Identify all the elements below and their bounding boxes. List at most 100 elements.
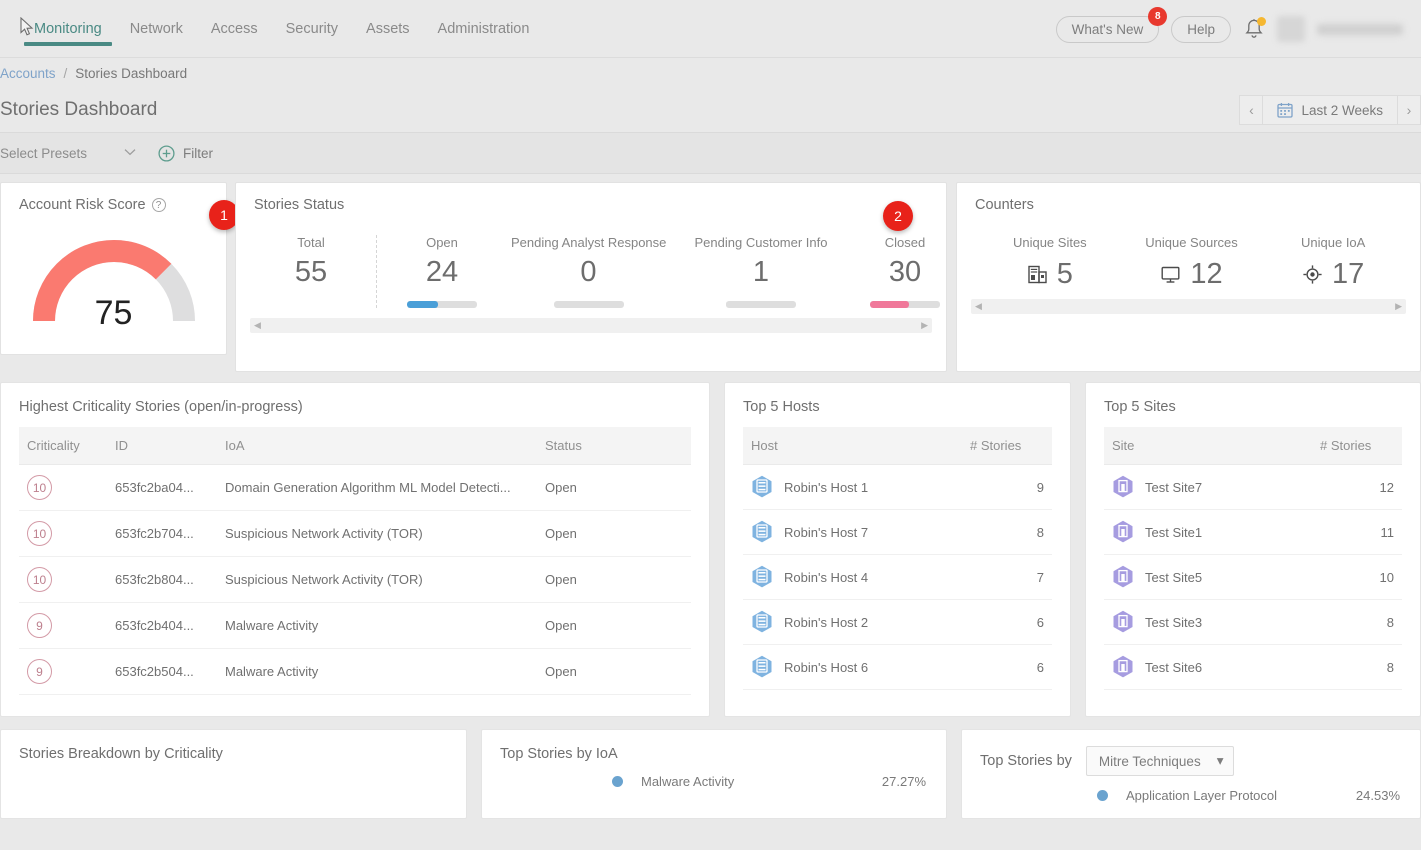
- summary-cards-row: Account Risk Score ? 75 1 Stories Status…: [0, 174, 1421, 372]
- cell-story-count: 12: [1312, 465, 1402, 510]
- table-row[interactable]: Test Site38: [1104, 600, 1402, 645]
- notification-dot: [1257, 17, 1266, 26]
- cell-status: Open: [537, 465, 691, 511]
- table-row[interactable]: Robin's Host 66: [743, 645, 1052, 690]
- page-title: Stories Dashboard: [0, 99, 157, 121]
- scroll-right-arrow[interactable]: ▶: [1395, 301, 1402, 312]
- notifications-button[interactable]: [1243, 17, 1265, 41]
- cell-id: 653fc2b804...: [107, 557, 217, 603]
- cell-host: Robin's Host 7: [743, 510, 962, 555]
- top-hosts-table-body: Robin's Host 19Robin's Host 78Robin's Ho…: [743, 465, 1052, 690]
- breadcrumb-accounts-link[interactable]: Accounts: [0, 66, 56, 81]
- column-header-host[interactable]: Host: [743, 427, 962, 465]
- status-divider: [376, 235, 377, 308]
- status-progress-bar: [870, 301, 940, 308]
- site-hex-icon: [1112, 475, 1134, 499]
- tour-marker-2[interactable]: 2: [883, 201, 913, 231]
- username-label: [1317, 24, 1403, 35]
- criticality-badge: 9: [27, 659, 52, 684]
- table-row[interactable]: 9653fc2b504...Malware ActivityOpen: [19, 649, 691, 695]
- nav-item-network[interactable]: Network: [116, 0, 197, 58]
- column-header-criticality[interactable]: Criticality: [19, 427, 107, 465]
- column-header-status[interactable]: Status: [537, 427, 691, 465]
- counter-label: Unique Sites: [979, 235, 1121, 250]
- account-risk-score-card: Account Risk Score ? 75 1: [0, 182, 227, 355]
- table-row[interactable]: 10653fc2ba04...Domain Generation Algorit…: [19, 465, 691, 511]
- nav-item-monitoring[interactable]: Monitoring: [20, 0, 116, 58]
- preset-select[interactable]: Select Presets: [0, 146, 146, 161]
- host-hex-icon: [751, 610, 773, 634]
- table-row[interactable]: Robin's Host 19: [743, 465, 1052, 510]
- date-range-prev-button[interactable]: ‹: [1239, 95, 1263, 125]
- counter-value-row: 12: [1121, 260, 1263, 289]
- monitor-icon: [1160, 264, 1181, 285]
- breadcrumb-separator: /: [64, 66, 68, 81]
- help-tooltip-icon[interactable]: ?: [152, 198, 166, 212]
- mitre-legend-item[interactable]: Application Layer Protocol 24.53%: [962, 788, 1420, 803]
- legend-dot-icon: [612, 776, 623, 787]
- counter-label: Unique Sources: [1121, 235, 1263, 250]
- stories-status-card: Stories Status Total 55 Open 24 Pending …: [235, 182, 947, 372]
- cell-story-count: 8: [1312, 600, 1402, 645]
- table-row[interactable]: 10653fc2b704...Suspicious Network Activi…: [19, 511, 691, 557]
- column-header-ioa[interactable]: IoA: [217, 427, 537, 465]
- column-header-stories-count[interactable]: # Stories: [1312, 427, 1402, 465]
- date-range-next-button[interactable]: ›: [1397, 95, 1421, 125]
- whats-new-button[interactable]: What's New 8: [1056, 16, 1160, 43]
- table-row[interactable]: 10653fc2b804...Suspicious Network Activi…: [19, 557, 691, 603]
- status-value: 1: [686, 258, 836, 287]
- help-button[interactable]: Help: [1171, 16, 1231, 43]
- mitre-legend-percent: 24.53%: [1356, 788, 1400, 803]
- status-progress-bar: [554, 301, 624, 308]
- counters-horizontal-scrollbar[interactable]: ◀ ▶: [971, 299, 1406, 314]
- site-hex-icon: [1112, 565, 1134, 589]
- nav-item-assets[interactable]: Assets: [352, 0, 424, 58]
- site-hex-icon: [1112, 610, 1134, 634]
- counters-metrics: Unique Sites 5 Unique Sources: [957, 213, 1420, 289]
- column-header-stories-count[interactable]: # Stories: [962, 427, 1052, 465]
- nav-item-security[interactable]: Security: [272, 0, 352, 58]
- table-row[interactable]: Test Site7 12: [1104, 465, 1402, 510]
- breadcrumb: Accounts / Stories Dashboard: [0, 58, 1421, 88]
- counter-label: Unique IoA: [1262, 235, 1404, 250]
- top-stories-by-select[interactable]: Mitre Techniques ▾: [1086, 746, 1235, 776]
- ioa-legend-item[interactable]: Malware Activity 27.27%: [482, 774, 946, 789]
- host-hex-icon: [751, 655, 773, 679]
- nav-item-administration[interactable]: Administration: [424, 0, 544, 58]
- counter-value-row: 5: [979, 260, 1121, 289]
- site-name: Test Site7: [1145, 480, 1202, 495]
- account-risk-score-title: Account Risk Score: [19, 197, 146, 213]
- column-header-site[interactable]: Site: [1104, 427, 1312, 465]
- column-header-id[interactable]: ID: [107, 427, 217, 465]
- stories-breakdown-title: Stories Breakdown by Criticality: [1, 730, 466, 762]
- date-range-button[interactable]: Last 2 Weeks: [1263, 95, 1397, 125]
- table-row[interactable]: Test Site111: [1104, 510, 1402, 555]
- page-title-bar: Stories Dashboard ‹ Last 2 Weeks ›: [0, 88, 1421, 132]
- site-hex-icon: [1112, 520, 1134, 544]
- scroll-left-arrow[interactable]: ◀: [975, 301, 982, 312]
- table-row[interactable]: Robin's Host 26: [743, 600, 1052, 645]
- table-row[interactable]: Robin's Host 78: [743, 510, 1052, 555]
- scroll-left-arrow[interactable]: ◀: [254, 320, 261, 331]
- stories-status-metrics: Total 55 Open 24 Pending Analyst Respons…: [236, 213, 946, 308]
- stories-status-horizontal-scrollbar[interactable]: ◀ ▶: [250, 318, 932, 333]
- table-row[interactable]: Test Site68: [1104, 645, 1402, 690]
- stories-breakdown-panel: Stories Breakdown by Criticality: [0, 729, 467, 819]
- avatar[interactable]: [1277, 16, 1305, 42]
- host-name: Robin's Host 4: [784, 570, 868, 585]
- table-row[interactable]: Test Site510: [1104, 555, 1402, 600]
- top-sites-table: Site # Stories Test Site712Test Site111T…: [1104, 427, 1402, 690]
- cell-site: Test Site5: [1104, 555, 1312, 600]
- host-hex-icon: [751, 475, 773, 499]
- scroll-right-arrow[interactable]: ▶: [921, 320, 928, 331]
- cell-id: 653fc2b704...: [107, 511, 217, 557]
- preset-select-value: Select Presets: [0, 146, 87, 161]
- status-cell-pending-customer: Pending Customer Info 1: [676, 235, 846, 308]
- add-filter-button[interactable]: Filter: [158, 145, 213, 162]
- table-row[interactable]: Robin's Host 47: [743, 555, 1052, 600]
- nav-item-access[interactable]: Access: [197, 0, 272, 58]
- table-row[interactable]: 9653fc2b404...Malware ActivityOpen: [19, 603, 691, 649]
- cell-criticality: 10: [19, 557, 107, 603]
- nav-label: Access: [211, 21, 258, 37]
- help-label: Help: [1187, 22, 1215, 37]
